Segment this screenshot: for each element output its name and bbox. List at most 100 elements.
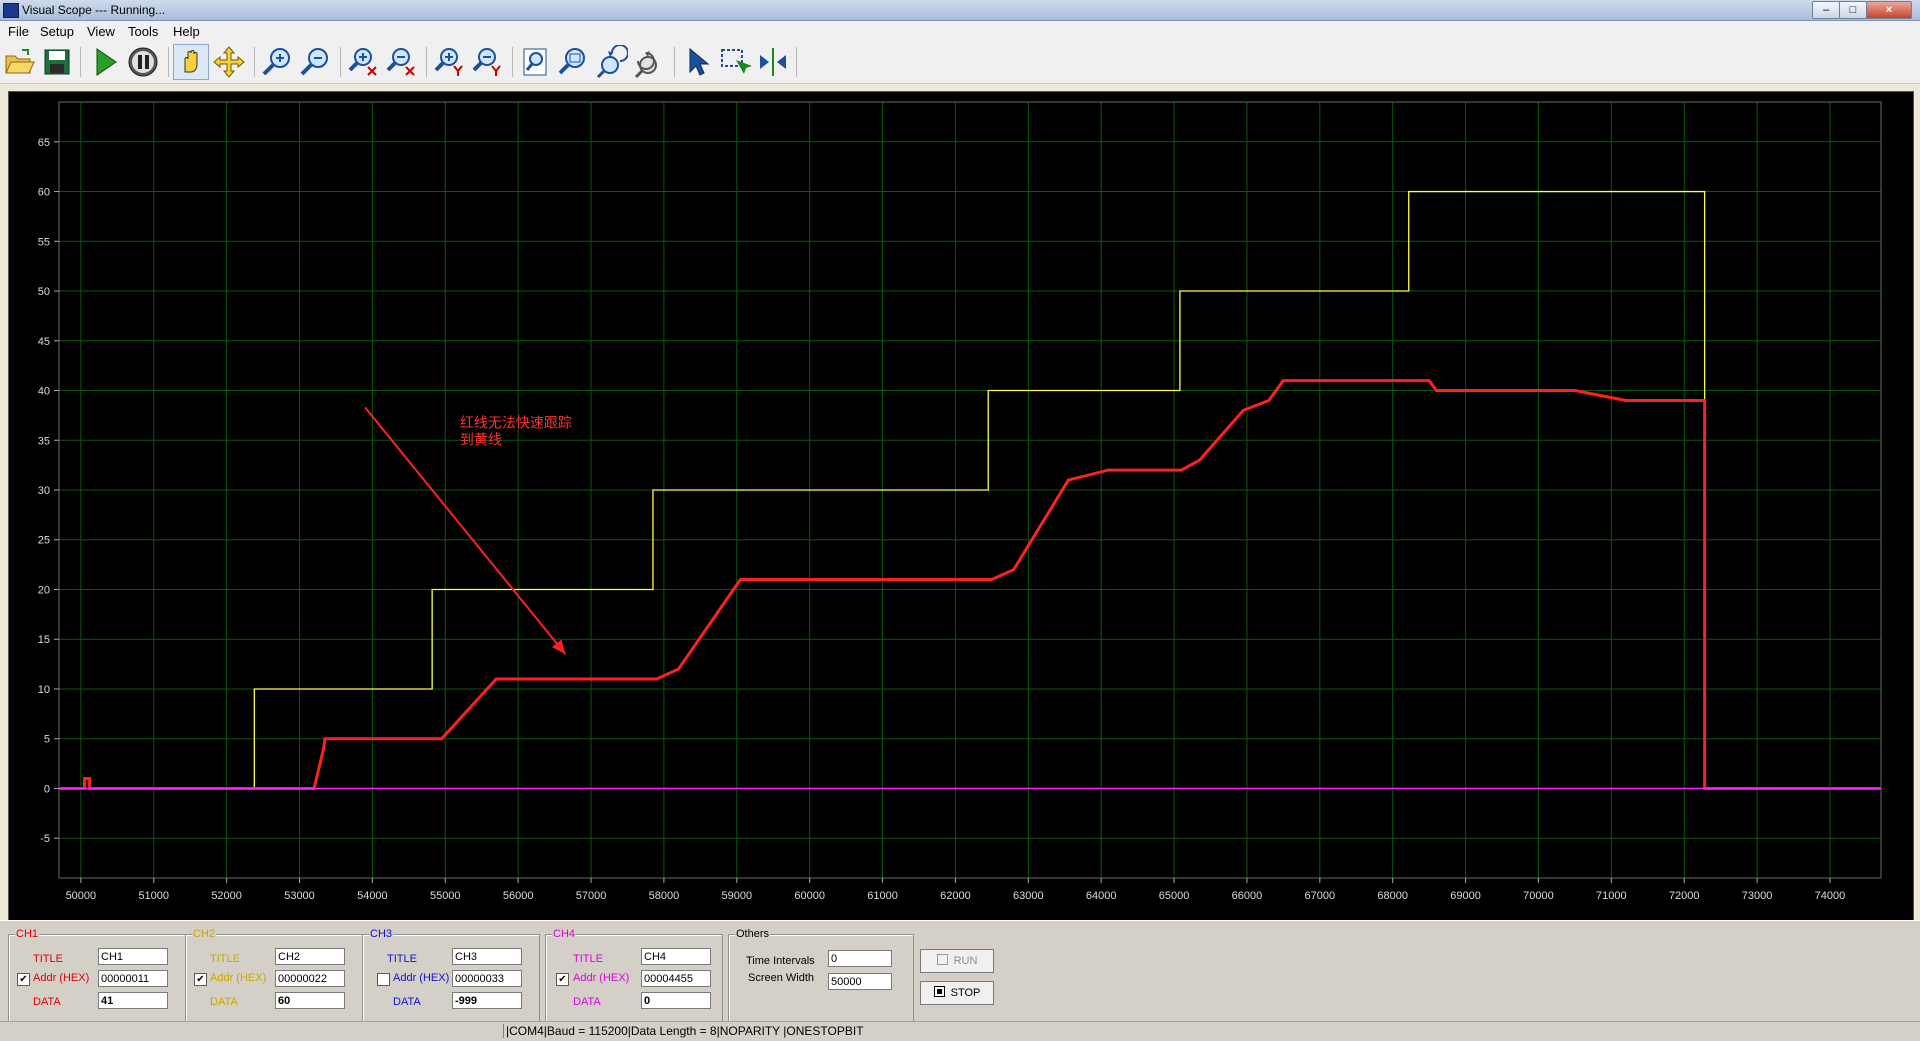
ch4-title-input[interactable]: CH4	[641, 948, 711, 965]
menu-tools[interactable]: Tools	[128, 24, 158, 39]
y-tick-label: 15	[38, 634, 50, 646]
select-rect-icon[interactable]	[718, 45, 752, 79]
x-tick-label: 68000	[1377, 890, 1408, 902]
annotation-text: 到黄线	[460, 431, 502, 448]
ch2-data-value: 60	[275, 992, 345, 1009]
x-tick-label: 69000	[1450, 890, 1481, 902]
y-tick-label: 20	[38, 584, 50, 596]
x-tick-label: 55000	[430, 890, 461, 902]
x-tick-label: 64000	[1086, 890, 1117, 902]
x-tick-label: 65000	[1159, 890, 1190, 902]
ch1-addr-input[interactable]: 00000011	[98, 970, 168, 987]
x-tick-label: 70000	[1523, 890, 1554, 902]
zoom-in-y-icon[interactable]	[432, 45, 466, 79]
x-tick-label: 54000	[357, 890, 388, 902]
x-tick-label: 63000	[1013, 890, 1044, 902]
ch1-legend: CH1	[15, 928, 40, 940]
y-tick-label: 65	[38, 137, 50, 149]
zoom-out-y-icon[interactable]	[470, 45, 504, 79]
ch4-group: CH4 TITLE CH4 ✔ Addr (HEX) 00004455 DATA…	[545, 928, 723, 1032]
ch1-group: CH1 TITLE CH1 ✔ Addr (HEX) 00000011 DATA…	[8, 928, 186, 1032]
toolbar-separator	[796, 47, 797, 77]
ch2-addr-input[interactable]: 00000022	[275, 970, 345, 987]
minimize-button[interactable]: –	[1812, 1, 1840, 19]
x-tick-label: 58000	[649, 890, 680, 902]
move-icon[interactable]	[212, 45, 246, 79]
y-tick-label: 10	[38, 684, 50, 696]
time-intervals-input[interactable]: 0	[828, 950, 892, 967]
ch3-title-input[interactable]: CH3	[452, 948, 522, 965]
pointer-icon[interactable]	[680, 45, 714, 79]
ch4-addr-input[interactable]: 00004455	[641, 970, 711, 987]
x-tick-label: 56000	[503, 890, 534, 902]
ch1-enable-checkbox[interactable]: ✔	[17, 973, 30, 986]
y-tick-label: -5	[40, 833, 50, 845]
x-tick-label: 66000	[1232, 890, 1263, 902]
run-button-label: RUN	[953, 955, 978, 967]
toolbar-separator	[168, 47, 169, 77]
close-button[interactable]: ×	[1866, 1, 1912, 19]
menu-file[interactable]: File	[8, 24, 29, 39]
run-button[interactable]: RUN	[920, 949, 994, 973]
run-icon[interactable]	[88, 45, 122, 79]
x-tick-label: 57000	[576, 890, 607, 902]
undo-zoom-icon[interactable]	[594, 44, 629, 79]
y-tick-label: 45	[38, 336, 50, 348]
others-group: Others Time Intervals 0 Screen Width 500…	[728, 928, 914, 1032]
redo-zoom-icon[interactable]	[632, 45, 666, 79]
ch2-enable-checkbox[interactable]: ✔	[194, 973, 207, 986]
ch3-legend: CH3	[369, 928, 394, 940]
ch4-title-label: TITLE	[573, 953, 603, 965]
x-tick-label: 67000	[1305, 890, 1336, 902]
zoom-fit-icon[interactable]	[518, 45, 552, 79]
screen-width-label: Screen Width	[748, 972, 815, 984]
y-tick-label: 5	[44, 734, 50, 746]
ch4-data-value: 0	[641, 992, 711, 1009]
y-tick-label: 55	[38, 236, 50, 248]
y-tick-label: 0	[44, 783, 50, 795]
ch3-group: CH3 TITLE CH3 Addr (HEX) 00000033 DATA -…	[362, 928, 540, 1032]
x-tick-label: 51000	[138, 890, 169, 902]
ch4-legend: CH4	[552, 928, 577, 940]
zoom-out-icon[interactable]	[298, 45, 332, 79]
toolbar-separator	[512, 47, 513, 77]
open-icon[interactable]	[2, 45, 36, 79]
window-title: Visual Scope --- Running...	[22, 3, 166, 17]
scope-plot[interactable]: 50000 51000 52000 53000 54000 55000 56000 57000…	[8, 91, 1914, 921]
y-tick-label: 35	[38, 435, 50, 447]
ch1-addr-label: Addr (HEX)	[33, 972, 90, 984]
toolbar-separator	[254, 47, 255, 77]
maximize-button[interactable]: □	[1839, 1, 1867, 19]
annotation-text: 红线无法快速跟踪	[460, 415, 572, 431]
x-tick-label: 74000	[1815, 890, 1846, 902]
connection-status: |COM4|Baud = 115200|Data Length = 8|NOPA…	[503, 1024, 864, 1038]
ch3-enable-checkbox[interactable]	[377, 973, 390, 986]
zoom-in-icon[interactable]	[260, 45, 294, 79]
zoom-rect-icon[interactable]	[556, 45, 590, 79]
ch3-addr-input[interactable]: 00000033	[452, 970, 522, 987]
ch1-title-input[interactable]: CH1	[98, 948, 168, 965]
cursor-marker-icon[interactable]	[756, 45, 790, 79]
ch2-data-label: DATA	[210, 996, 238, 1008]
ch4-enable-checkbox[interactable]: ✔	[556, 973, 569, 986]
save-icon[interactable]	[40, 45, 74, 79]
zoom-out-x-icon[interactable]	[384, 45, 418, 79]
ch3-data-label: DATA	[393, 996, 421, 1008]
time-intervals-label: Time Intervals	[746, 955, 815, 967]
toolbar-separator	[674, 47, 675, 77]
screen-width-input[interactable]: 50000	[828, 973, 892, 990]
ch2-title-input[interactable]: CH2	[275, 948, 345, 965]
y-tick-label: 30	[38, 485, 50, 497]
menu-view[interactable]: View	[87, 24, 115, 39]
ch1-data-value: 41	[98, 992, 168, 1009]
ch4-addr-label: Addr (HEX)	[573, 972, 630, 984]
hand-icon[interactable]	[173, 44, 209, 80]
ch3-title-label: TITLE	[387, 953, 417, 965]
menu-help[interactable]: Help	[173, 24, 200, 39]
menu-setup[interactable]: Setup	[40, 24, 74, 39]
stop-button[interactable]: STOP	[920, 981, 994, 1005]
x-tick-label: 53000	[284, 890, 315, 902]
zoom-in-x-icon[interactable]	[346, 45, 380, 79]
x-tick-label: 72000	[1669, 890, 1700, 902]
pause-icon[interactable]	[126, 45, 160, 79]
